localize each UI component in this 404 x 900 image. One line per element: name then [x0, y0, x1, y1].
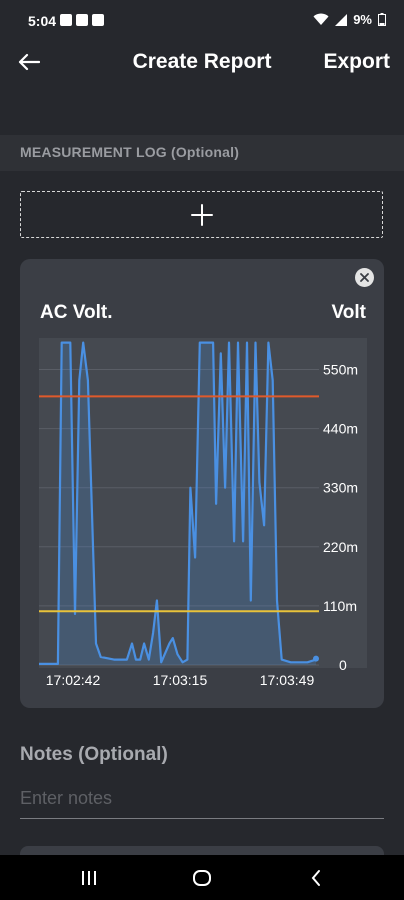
y-tick-label: 110m	[323, 598, 357, 614]
back-nav-button[interactable]	[296, 863, 336, 893]
close-icon	[360, 273, 369, 282]
image-icon	[92, 14, 104, 26]
measurement-log-header: MEASUREMENT LOG (Optional)	[0, 135, 404, 171]
y-tick-label: 440m	[323, 421, 358, 437]
recent-apps-icon	[82, 871, 96, 885]
notes-input[interactable]	[20, 778, 384, 819]
app-bar: Create Report Export	[0, 40, 404, 84]
wifi-icon	[313, 13, 329, 25]
notification-icons	[60, 14, 104, 26]
home-icon	[193, 870, 211, 886]
notes-label: Notes (Optional)	[20, 744, 168, 765]
signal-icon	[335, 13, 348, 26]
app-icon	[76, 14, 88, 26]
remove-chart-button[interactable]	[355, 268, 374, 287]
y-tick-label: 330m	[323, 480, 358, 496]
plus-icon	[190, 203, 213, 226]
battery-percent: 9%	[353, 12, 372, 27]
app-icon	[60, 14, 72, 26]
home-button[interactable]	[182, 863, 222, 893]
x-tick-label: 17:02:42	[46, 672, 101, 688]
x-tick-label: 17:03:15	[153, 672, 208, 688]
status-right: 9%	[313, 12, 386, 27]
recent-apps-button[interactable]	[69, 863, 109, 893]
section-title: MEASUREMENT LOG (Optional)	[20, 144, 240, 160]
status-time: 5:04	[28, 13, 57, 29]
export-button[interactable]: Export	[323, 50, 390, 74]
series-end-point	[313, 655, 319, 662]
chart-title: AC Volt.	[40, 302, 113, 323]
voltage-chart: 550m 440m 330m 220m 110m 0 17:02:42 17:03:15 17:…	[39, 338, 367, 688]
chart-card: AC Volt. Volt 550m 440m 330m 220m 110m 0 17:02…	[20, 259, 384, 708]
chevron-left-icon	[311, 870, 320, 886]
status-bar: 5:04 9%	[0, 0, 404, 40]
y-tick-label: 550m	[323, 361, 358, 377]
y-tick-label: 0	[339, 657, 347, 673]
chart-unit: Volt	[331, 302, 366, 323]
y-tick-label: 220m	[323, 539, 358, 555]
system-nav-bar	[0, 855, 404, 900]
battery-icon	[378, 13, 386, 26]
add-measurement-button[interactable]	[20, 191, 383, 238]
x-tick-label: 17:03:49	[260, 672, 315, 688]
